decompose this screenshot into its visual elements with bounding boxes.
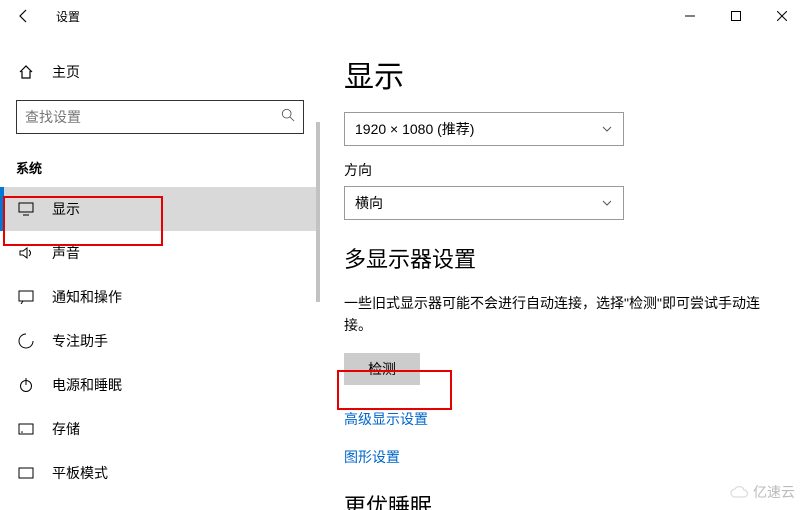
sidebar-item-label: 存储 xyxy=(52,419,80,439)
content-area: 显示 1920 × 1080 (推荐) 方向 横向 多显示器设置 一些旧式显示器… xyxy=(320,32,805,510)
search-input[interactable] xyxy=(25,109,281,125)
orientation-value: 横向 xyxy=(355,193,383,213)
advanced-display-link[interactable]: 高级显示设置 xyxy=(344,409,781,429)
cloud-icon xyxy=(729,485,749,499)
home-link[interactable]: 主页 xyxy=(0,52,320,92)
sidebar-item-label: 平板模式 xyxy=(52,463,108,483)
close-icon xyxy=(777,11,787,21)
sidebar-item-power[interactable]: 电源和睡眠 xyxy=(0,363,320,407)
minimize-icon xyxy=(685,11,695,21)
scrollbar-thumb[interactable] xyxy=(316,122,320,302)
sidebar-item-sound[interactable]: 声音 xyxy=(0,231,320,275)
detect-button[interactable]: 检测 xyxy=(344,353,420,385)
multi-display-heading: 多显示器设置 xyxy=(344,242,781,274)
close-button[interactable] xyxy=(759,0,805,32)
sidebar-item-tablet[interactable]: 平板模式 xyxy=(0,451,320,487)
arrow-left-icon xyxy=(16,8,32,24)
search-box[interactable] xyxy=(16,100,304,134)
multi-display-desc: 一些旧式显示器可能不会进行自动连接，选择"检测"即可尝试手动连接。 xyxy=(344,292,781,337)
maximize-button[interactable] xyxy=(713,0,759,32)
chevron-down-icon xyxy=(601,197,613,209)
maximize-icon xyxy=(731,11,741,21)
notification-icon xyxy=(16,290,36,304)
resolution-select[interactable]: 1920 × 1080 (推荐) xyxy=(344,112,624,146)
sidebar: 主页 系统 显示 声音 通知和操作 专注助手 xyxy=(0,32,320,510)
orientation-select[interactable]: 横向 xyxy=(344,186,624,220)
tablet-icon xyxy=(16,467,36,479)
section-header: 系统 xyxy=(0,150,320,187)
sidebar-item-display[interactable]: 显示 xyxy=(0,187,320,231)
home-icon xyxy=(16,64,36,80)
power-icon xyxy=(16,377,36,393)
home-label: 主页 xyxy=(52,62,80,82)
sidebar-item-label: 电源和睡眠 xyxy=(52,375,122,395)
sound-icon xyxy=(16,246,36,260)
resolution-value: 1920 × 1080 (推荐) xyxy=(355,119,474,139)
orientation-label: 方向 xyxy=(344,160,781,180)
storage-icon xyxy=(16,423,36,435)
chevron-down-icon xyxy=(601,123,613,135)
sidebar-item-label: 通知和操作 xyxy=(52,287,122,307)
focus-icon xyxy=(16,333,36,349)
window-title: 设置 xyxy=(56,8,80,25)
watermark: 亿速云 xyxy=(729,482,795,502)
sidebar-item-storage[interactable]: 存储 xyxy=(0,407,320,451)
sidebar-item-focus[interactable]: 专注助手 xyxy=(0,319,320,363)
page-title: 显示 xyxy=(344,52,781,96)
sidebar-item-label: 显示 xyxy=(52,199,80,219)
display-icon xyxy=(16,202,36,216)
sidebar-item-label: 声音 xyxy=(52,243,80,263)
search-icon xyxy=(281,108,295,127)
better-sleep-heading: 更优睡眠 xyxy=(344,489,781,510)
sidebar-item-label: 专注助手 xyxy=(52,331,108,351)
back-button[interactable] xyxy=(0,0,48,32)
sidebar-item-notifications[interactable]: 通知和操作 xyxy=(0,275,320,319)
minimize-button[interactable] xyxy=(667,0,713,32)
graphics-settings-link[interactable]: 图形设置 xyxy=(344,447,781,467)
